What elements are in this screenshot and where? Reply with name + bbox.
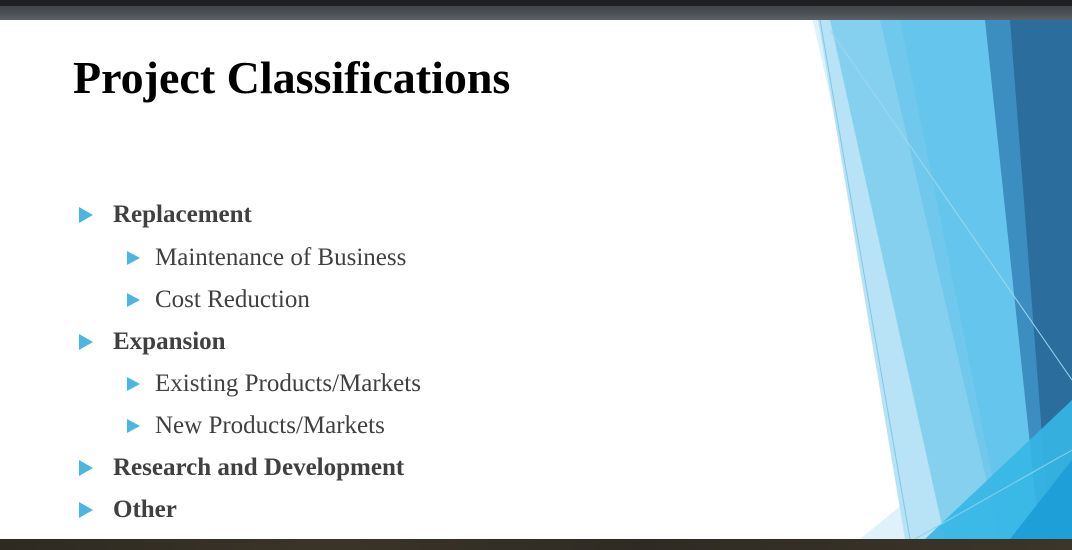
- sub-bullet-item: Maintenance of Business: [127, 242, 406, 274]
- bullet-item: Research and Development: [79, 452, 404, 484]
- sub-bullet-text: Existing Products/Markets: [155, 370, 421, 397]
- triangle-right-icon: [79, 502, 93, 518]
- slide: Project Classifications Replacement Main…: [0, 20, 1072, 539]
- triangle-right-icon: [127, 251, 140, 265]
- sub-bullet-item: Existing Products/Markets: [127, 368, 421, 400]
- triangle-right-icon: [79, 334, 93, 350]
- triangle-right-icon: [79, 207, 93, 223]
- bullet-text: Expansion: [113, 328, 226, 355]
- triangle-right-icon: [127, 419, 140, 433]
- triangle-right-icon: [127, 293, 140, 307]
- bullet-text: Replacement: [113, 201, 252, 228]
- bullet-text: Research and Development: [113, 454, 405, 481]
- bullet-item: Replacement: [79, 199, 252, 231]
- bullet-item: Expansion: [79, 326, 226, 358]
- sub-bullet-text: New Products/Markets: [155, 412, 385, 439]
- presentation-window: Project Classifications Replacement Main…: [0, 0, 1072, 550]
- bullet-list: Replacement Maintenance of Business Cost…: [0, 20, 800, 539]
- bullet-text: Other: [113, 496, 177, 523]
- sub-bullet-item: Cost Reduction: [127, 284, 310, 316]
- triangle-right-icon: [79, 460, 93, 476]
- bottom-background-strip: [0, 539, 1072, 550]
- bullet-item: Other: [79, 494, 177, 526]
- sub-bullet-text: Cost Reduction: [155, 286, 310, 313]
- top-bar-shadow: [0, 0, 1072, 6]
- sub-bullet-text: Maintenance of Business: [155, 244, 407, 271]
- window-top-bar: [0, 0, 1072, 20]
- triangle-right-icon: [127, 377, 140, 391]
- sub-bullet-item: New Products/Markets: [127, 410, 385, 442]
